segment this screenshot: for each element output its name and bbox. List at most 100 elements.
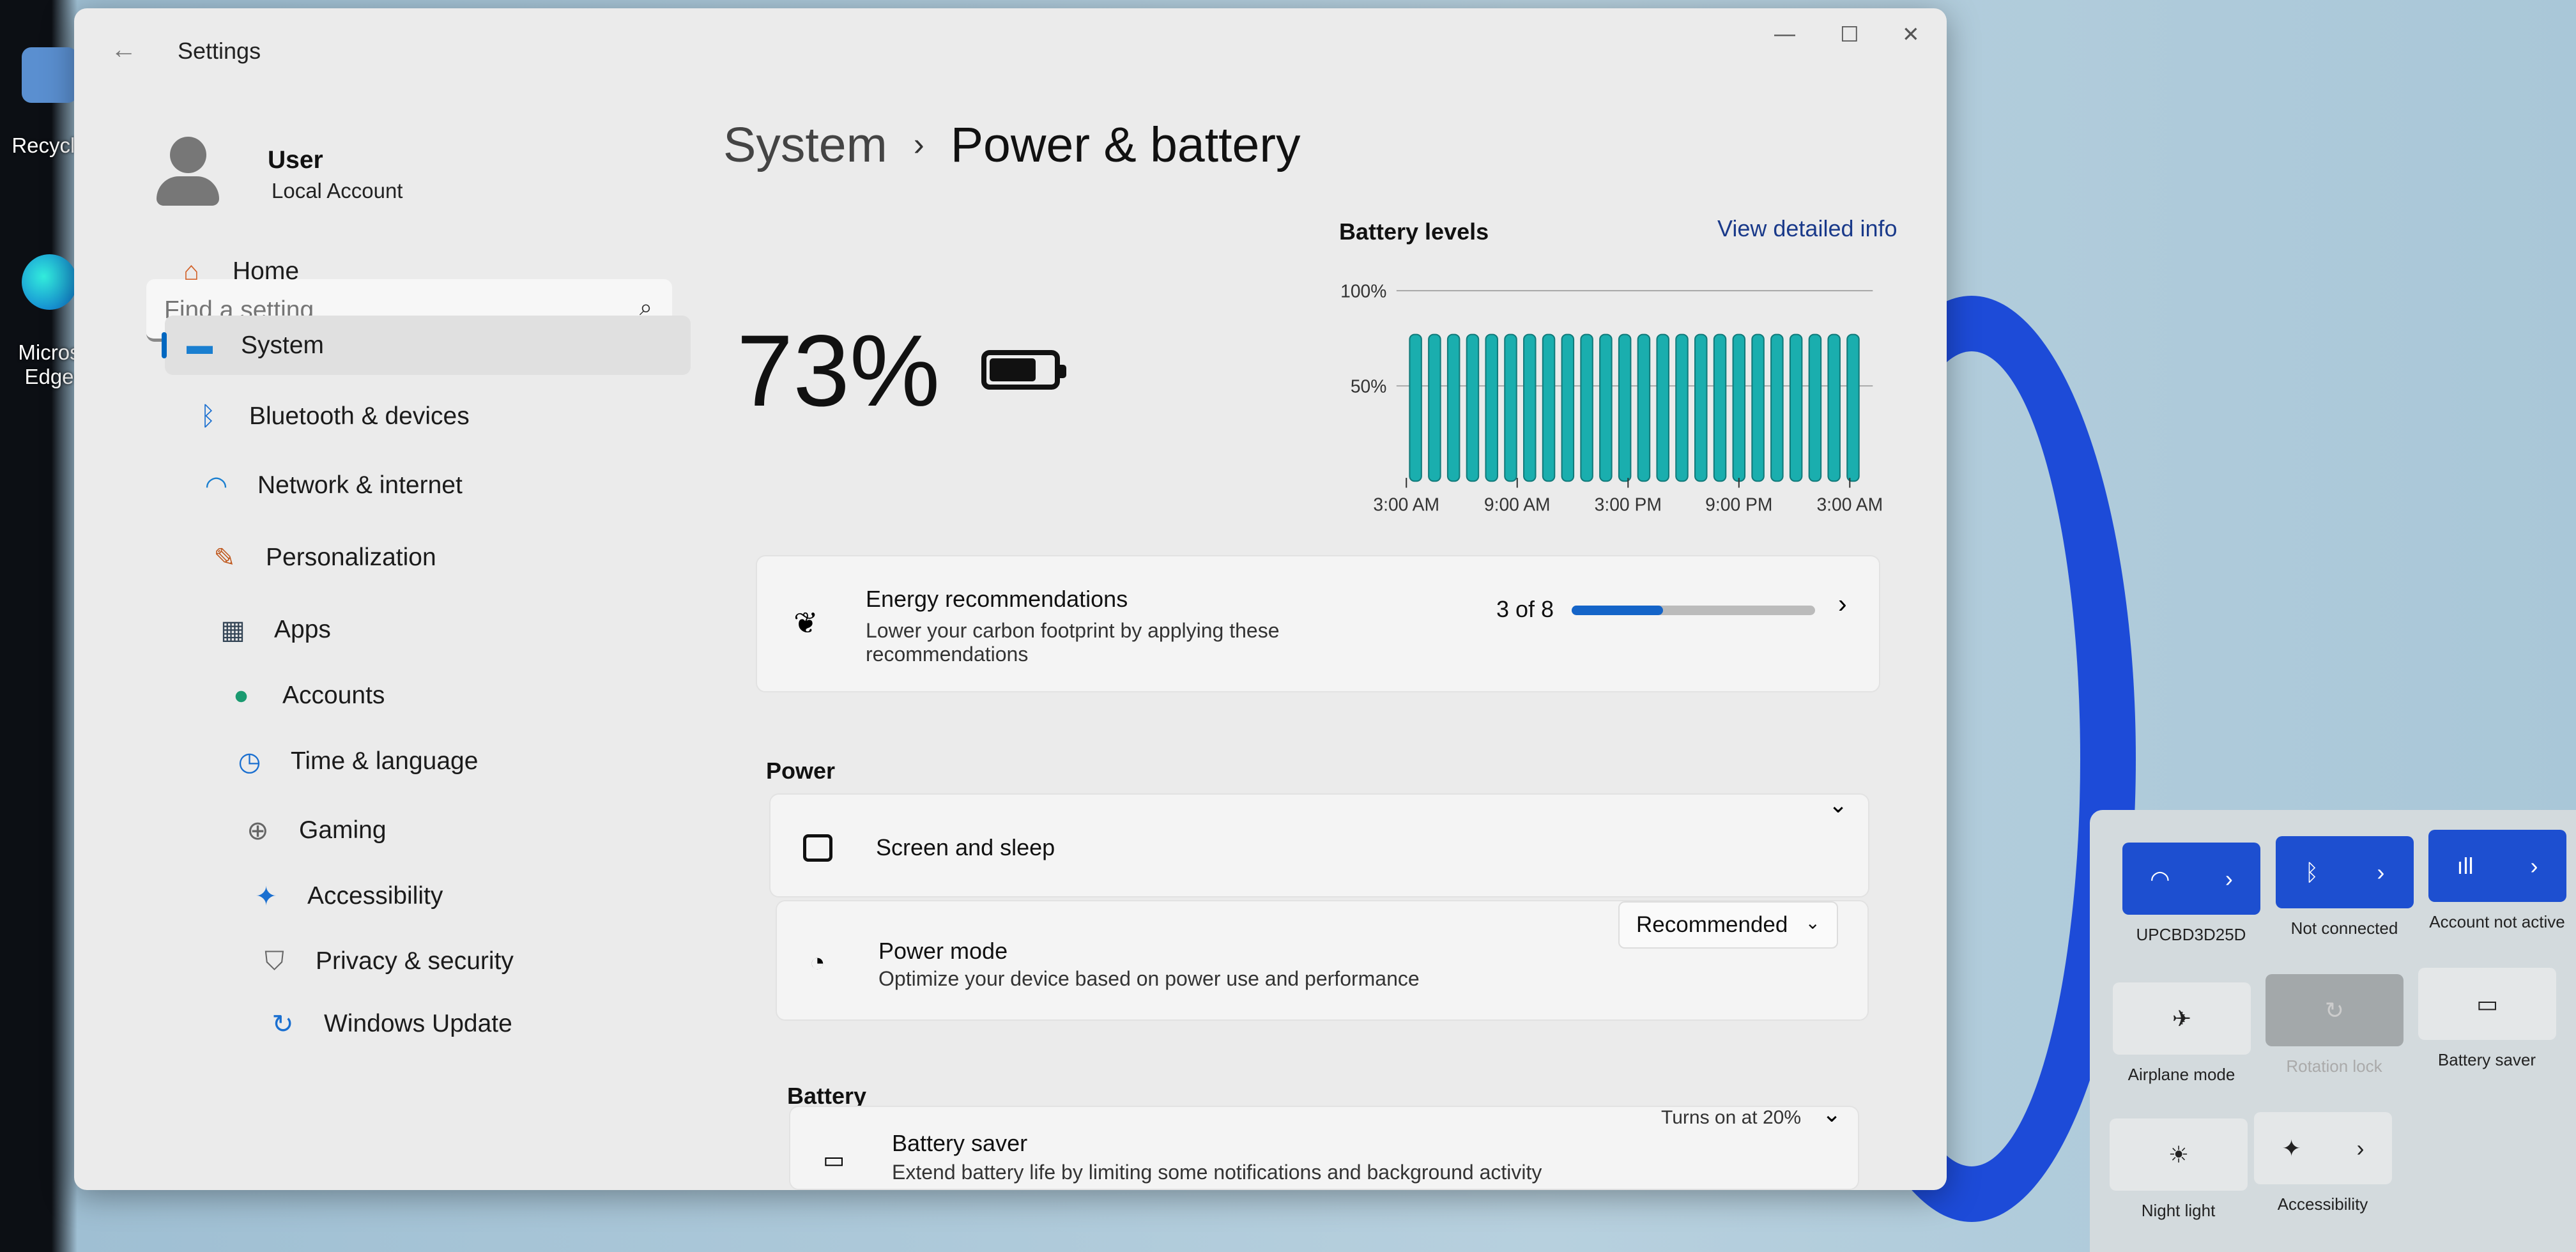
quick-tile-label: Not connected bbox=[2290, 919, 2398, 938]
breadcrumb-system[interactable]: System bbox=[723, 118, 887, 172]
power-mode-title: Power mode bbox=[878, 938, 1008, 964]
battery-levels-title: Battery levels bbox=[1339, 218, 1489, 245]
sidebar-item-accessibility[interactable]: ✦ Accessibility bbox=[231, 866, 757, 926]
chevron-right-icon: › bbox=[1838, 589, 1847, 618]
sidebar-item-home[interactable]: ⌂ Home bbox=[157, 241, 682, 301]
accessibility-icon: ✦ bbox=[2281, 1134, 2301, 1161]
sidebar-item-accounts[interactable]: ● Accounts bbox=[206, 666, 732, 725]
quick-tile-account-not-active[interactable]: ıll › bbox=[2428, 830, 2566, 902]
chevron-right-icon[interactable]: › bbox=[2357, 1135, 2365, 1162]
accessibility-icon: ✦ bbox=[255, 881, 277, 911]
chevron-right-icon[interactable]: › bbox=[2377, 859, 2384, 886]
battery-bar bbox=[1675, 333, 1689, 482]
y-tick-label: 50% bbox=[1351, 376, 1387, 396]
account-type: Local Account bbox=[272, 179, 403, 202]
battery-bar bbox=[1656, 333, 1669, 482]
chevron-right-icon[interactable]: › bbox=[2531, 853, 2538, 880]
chevron-down-icon[interactable]: ⌄ bbox=[1822, 1101, 1841, 1127]
power-mode-value: Recommended bbox=[1636, 912, 1788, 937]
energy-title: Energy recommendations bbox=[866, 586, 1128, 612]
sidebar-item-label: Home bbox=[233, 257, 300, 285]
sidebar-item-apps[interactable]: ▦ Apps bbox=[198, 600, 724, 659]
battery-saver-row[interactable]: ▭ Battery saver Extend battery life by l… bbox=[789, 1101, 1859, 1190]
quick-tile-accessibility[interactable]: ✦ › bbox=[2254, 1112, 2392, 1184]
quick-tile-not-connected[interactable]: ᛒ › bbox=[2276, 836, 2414, 908]
chevron-down-icon: ⌄ bbox=[1805, 913, 1820, 933]
x-tick-label: 9:00 AM bbox=[1484, 494, 1551, 515]
view-detailed-info-link[interactable]: View detailed info bbox=[1717, 215, 1897, 242]
battery-bar bbox=[1466, 333, 1480, 482]
battery-bar bbox=[1409, 333, 1422, 482]
power-section-heading: Power bbox=[766, 758, 836, 784]
quick-tile-label: Airplane mode bbox=[2128, 1065, 2235, 1084]
chevron-right-icon[interactable]: › bbox=[2225, 866, 2233, 892]
quick-tile-battery-saver[interactable]: ▭ bbox=[2418, 968, 2556, 1040]
sidebar-item-label: Apps bbox=[274, 615, 331, 643]
sidebar-item-time-language[interactable]: ◷ Time & language bbox=[215, 731, 740, 791]
sidebar-item-personalization[interactable]: ✎ Personalization bbox=[190, 528, 716, 587]
screen-sleep-label: Screen and sleep bbox=[876, 834, 1055, 860]
back-button[interactable]: ← bbox=[111, 34, 137, 65]
avatar[interactable] bbox=[157, 137, 219, 209]
battery-bar bbox=[1580, 333, 1593, 482]
airplane-icon: ✈ bbox=[2172, 1005, 2192, 1032]
screen-and-sleep-row[interactable]: Screen and sleep ⌄ bbox=[769, 791, 1869, 897]
active-indicator bbox=[162, 332, 167, 358]
leaf-icon: ❦ bbox=[793, 606, 818, 639]
brush-icon: ✎ bbox=[213, 542, 236, 572]
wifi-icon: ◠ bbox=[2150, 865, 2170, 892]
desktop-icon-label: Micros Edge bbox=[18, 340, 80, 388]
quick-tile-label: Accessibility bbox=[2277, 1195, 2368, 1214]
sidebar-item-network-internet[interactable]: ◠ Network & internet bbox=[181, 455, 707, 515]
battery-bar bbox=[1542, 333, 1556, 482]
edge-icon bbox=[21, 254, 77, 310]
desktop: Recycle Micros Edge ← Settings — ☐ ✕ Use… bbox=[0, 0, 2576, 1252]
accounts-icon: ● bbox=[233, 680, 249, 710]
gamepad-icon: ⊕ bbox=[247, 815, 269, 845]
sidebar-item-label: System bbox=[241, 331, 325, 359]
sidebar-item-label: Bluetooth & devices bbox=[249, 402, 470, 430]
clock-globe-icon: ◷ bbox=[238, 746, 261, 776]
battery-levels-chart: 100% 50% 3:00 AM 9:00 AM 3:00 PM 9:00 PM 3:00 … bbox=[1340, 280, 1883, 515]
bluetooth-icon: ᛒ bbox=[200, 401, 216, 431]
breadcrumb-separator: › bbox=[913, 126, 924, 162]
battery-bar bbox=[1637, 333, 1651, 482]
battery-bar bbox=[1732, 333, 1746, 482]
quick-tile-label: UPCBD3D25D bbox=[2136, 925, 2246, 944]
battery-bar bbox=[1446, 333, 1460, 482]
quick-tile-night-light[interactable]: ☀ bbox=[2110, 1118, 2248, 1191]
battery-bar bbox=[1751, 333, 1765, 482]
battery-bar bbox=[1618, 333, 1632, 482]
sidebar-item-windows-update[interactable]: ↻ Windows Update bbox=[248, 994, 774, 1053]
settings-window: ← Settings — ☐ ✕ User Local Account ⌕ ⌂H… bbox=[74, 8, 1947, 1190]
sidebar-item-gaming[interactable]: ⊕ Gaming bbox=[223, 800, 749, 860]
quick-settings-panel: ◠ › UPCBD3D25D ᛒ › Not connected ıll › Account n… bbox=[2090, 810, 2576, 1252]
chevron-down-icon[interactable]: ⌄ bbox=[1828, 791, 1848, 818]
battery-bar bbox=[1770, 333, 1784, 482]
page-title: Power & battery bbox=[950, 118, 1301, 172]
night-light-icon: ☀ bbox=[2168, 1141, 2189, 1168]
battery-saver-icon: ▭ bbox=[2476, 990, 2498, 1017]
battery-bar bbox=[1485, 333, 1498, 482]
battery-saver-icon: ▭ bbox=[823, 1147, 845, 1173]
energy-recommendations-card[interactable]: ❦ Energy recommendations Lower your carb… bbox=[756, 555, 1880, 692]
quick-tile-rotation-lock[interactable]: ↻ bbox=[2266, 974, 2404, 1046]
sidebar-item-bluetooth-devices[interactable]: ᛒ Bluetooth & devices bbox=[173, 386, 699, 446]
update-icon: ↻ bbox=[272, 1009, 294, 1039]
battery-bar bbox=[1808, 333, 1822, 482]
battery-bar bbox=[1713, 333, 1727, 482]
wifi-icon: ◠ bbox=[204, 470, 228, 500]
battery-bar bbox=[1428, 333, 1441, 482]
power-mode-dropdown[interactable]: Recommended ⌄ bbox=[1618, 901, 1838, 949]
quick-tile-airplane-mode[interactable]: ✈ bbox=[2113, 982, 2251, 1055]
sidebar-item-privacy-security[interactable]: ⛉ Privacy & security bbox=[240, 931, 765, 991]
power-mode-icon: ◔ bbox=[809, 947, 825, 977]
power-mode-row: ◔ Power mode Optimize your device based … bbox=[776, 900, 1869, 1021]
battery-bar bbox=[1827, 333, 1841, 482]
sidebar-item-label: Personalization bbox=[266, 543, 436, 571]
sidebar-item-system[interactable]: ▬ System bbox=[162, 316, 691, 375]
y-tick-label: 100% bbox=[1340, 280, 1386, 301]
battery-bar bbox=[1504, 333, 1517, 482]
sidebar-item-label: Network & internet bbox=[257, 471, 463, 499]
quick-tile-upcbd3d25d[interactable]: ◠ › bbox=[2122, 843, 2260, 915]
